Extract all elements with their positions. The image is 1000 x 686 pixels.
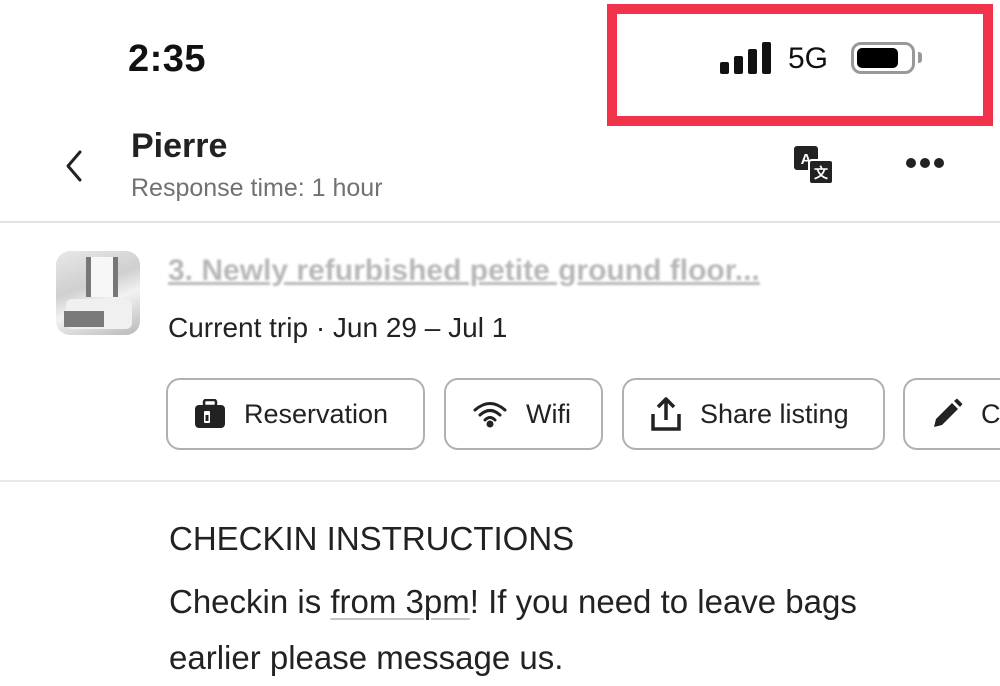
checkin-time-link[interactable]: from 3pm [330, 583, 469, 620]
edit-button[interactable]: C [903, 378, 1000, 450]
wifi-label: Wifi [526, 398, 571, 429]
trip-dates: Current trip · Jun 29 – Jul 1 [168, 312, 508, 343]
section-divider [0, 480, 1000, 482]
edit-label: C [981, 398, 1000, 429]
more-dot [934, 158, 944, 168]
suitcase-icon [195, 399, 225, 428]
back-button[interactable] [60, 146, 90, 186]
more-dot [906, 158, 916, 168]
response-time: Response time: 1 hour [131, 174, 383, 202]
wifi-icon [473, 402, 507, 428]
more-options-button[interactable] [906, 156, 944, 170]
share-listing-label: Share listing [700, 398, 849, 429]
header-divider [0, 221, 1000, 223]
reservation-button[interactable]: Reservation [166, 378, 425, 450]
network-type: 5G [788, 42, 829, 75]
thumbnail-window [86, 257, 118, 297]
listing-title[interactable]: 3. Newly refurbished petite ground floor… [168, 254, 938, 288]
host-name: Pierre [131, 127, 228, 165]
reservation-label: Reservation [244, 398, 389, 429]
thumbnail-throw [64, 311, 104, 327]
battery-tip [918, 52, 922, 63]
message-heading: CHECKIN INSTRUCTIONS [169, 520, 575, 557]
battery-icon [851, 42, 915, 74]
wifi-button[interactable]: Wifi [444, 378, 603, 450]
share-listing-button[interactable]: Share listing [622, 378, 885, 450]
pencil-icon [934, 398, 963, 427]
battery-fill [857, 48, 898, 68]
message-text-before: Checkin is [169, 583, 331, 620]
translate-button[interactable]: A 文 [794, 146, 834, 186]
share-icon [651, 397, 681, 431]
cellular-signal-icon [720, 42, 772, 74]
more-dot [920, 158, 930, 168]
translate-icon: A 文 [794, 146, 834, 185]
chevron-left-icon [66, 150, 82, 182]
message-body: Checkin is from 3pm! If you need to leav… [169, 574, 909, 686]
status-time: 2:35 [128, 38, 207, 80]
svg-text:文: 文 [814, 165, 829, 182]
listing-thumbnail[interactable] [56, 251, 140, 335]
